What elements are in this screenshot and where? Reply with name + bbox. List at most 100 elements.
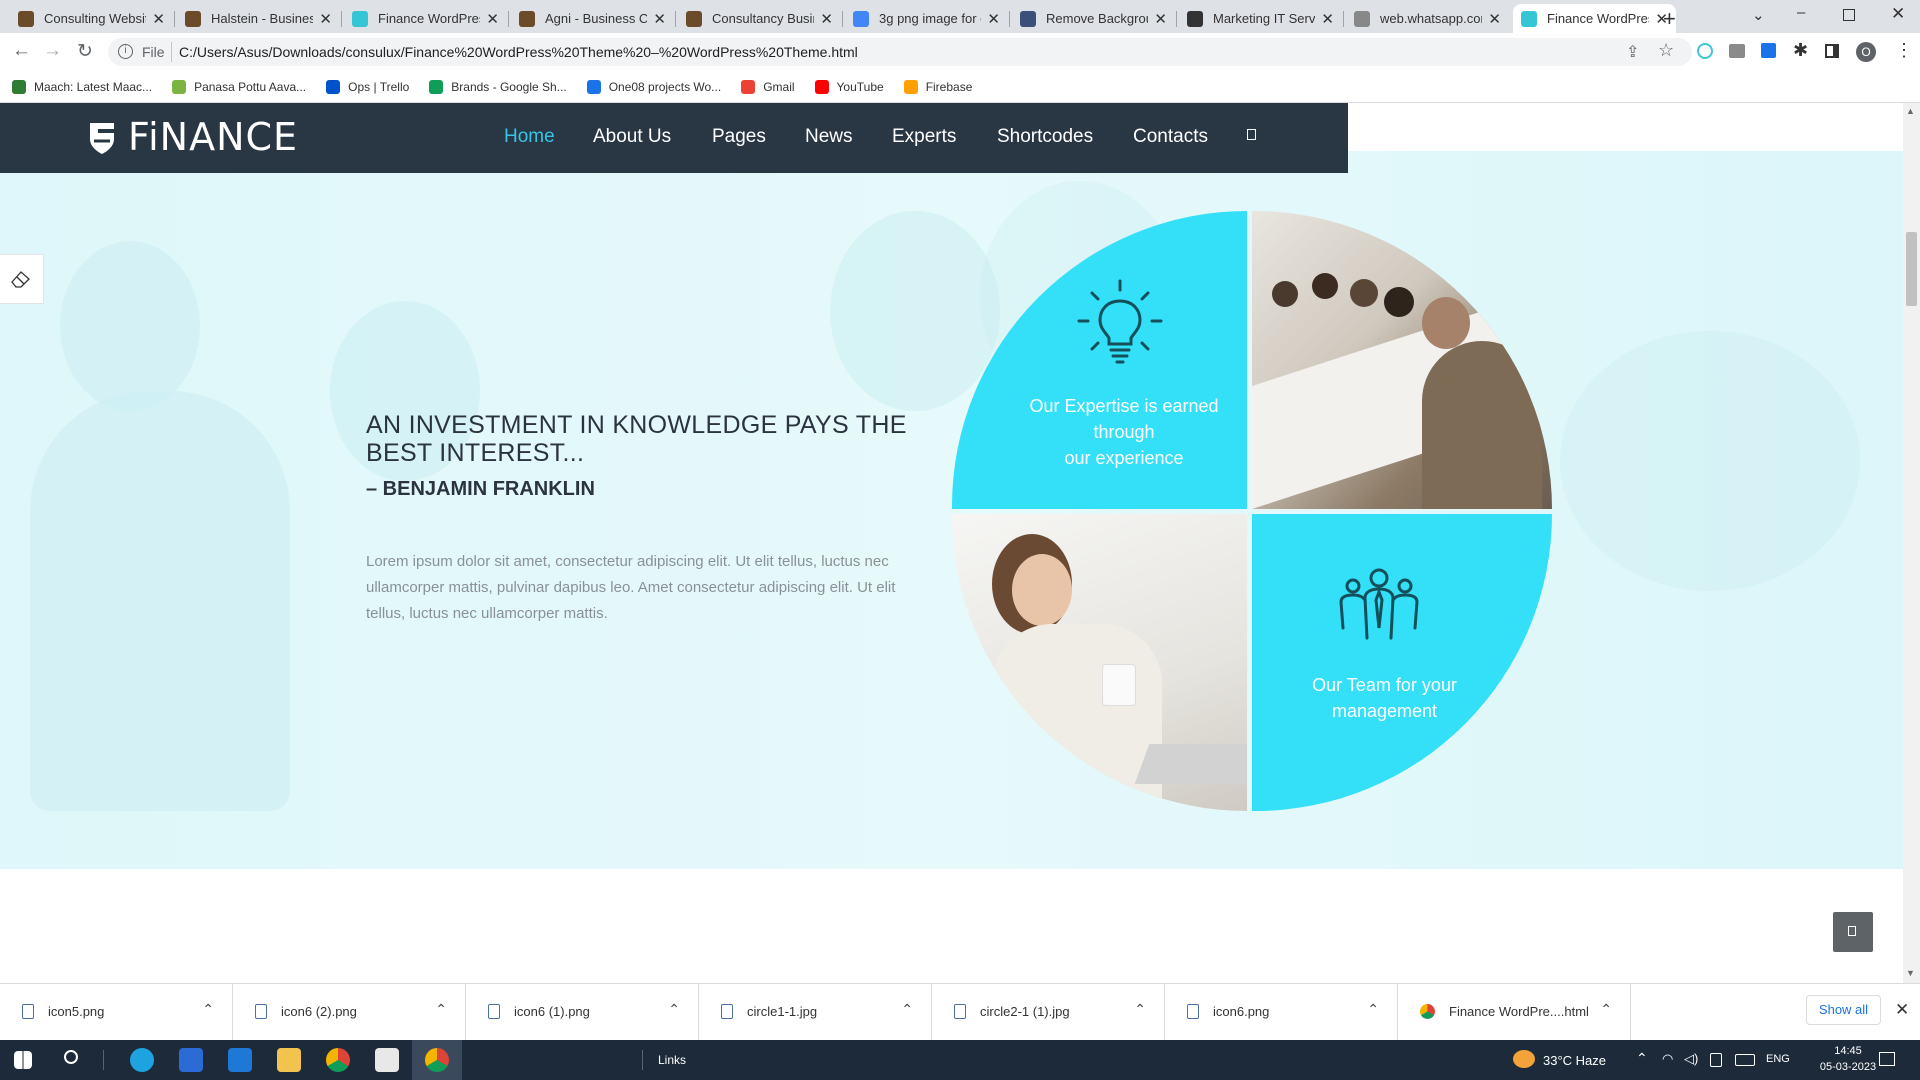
- download-item[interactable]: Finance WordPre....html ⌃: [1398, 983, 1631, 1040]
- nav-link-shortcodes[interactable]: Shortcodes: [997, 126, 1093, 148]
- show-all-downloads-button[interactable]: Show all: [1806, 995, 1881, 1025]
- browser-tab[interactable]: 3g png image for c ✕: [845, 4, 1008, 33]
- bookmark-item[interactable]: Brands - Google Sh...: [429, 79, 567, 94]
- extension-download-icon[interactable]: [1761, 43, 1776, 58]
- download-options-chevron-icon[interactable]: ⌃: [1134, 1001, 1146, 1018]
- tab-close-icon[interactable]: ✕: [319, 10, 332, 28]
- extension-react-icon[interactable]: [1697, 43, 1713, 59]
- bookmark-star-icon[interactable]: ☆: [1658, 40, 1674, 61]
- browser-tab[interactable]: Consulting Website ✕: [10, 4, 173, 33]
- bookmark-item[interactable]: Ops | Trello: [326, 79, 409, 94]
- chrome-menu-icon[interactable]: ⋮: [1895, 40, 1913, 61]
- search-icon[interactable]: [1247, 129, 1256, 140]
- browser-tab[interactable]: Remove Backgroun ✕: [1012, 4, 1175, 33]
- address-url[interactable]: C:/Users/Asus/Downloads/consulux/Finance…: [179, 44, 858, 60]
- file-explorer-icon[interactable]: [277, 1048, 301, 1072]
- tab-close-icon[interactable]: ✕: [152, 10, 165, 28]
- minimize-button[interactable]: –: [1797, 4, 1805, 21]
- keyboard-icon[interactable]: [1735, 1054, 1755, 1066]
- bookmark-item[interactable]: Maach: Latest Maac...: [12, 79, 152, 94]
- nav-link-experts[interactable]: Experts: [892, 126, 956, 148]
- clock-date[interactable]: 05-03-2023: [1818, 1061, 1878, 1073]
- browser-tab[interactable]: web.whatsapp.com ✕: [1346, 4, 1509, 33]
- nav-link-about-us[interactable]: About Us: [593, 126, 671, 148]
- download-options-chevron-icon[interactable]: ⌃: [1600, 1001, 1612, 1018]
- browser-tab[interactable]: Halstein - Business ✕: [177, 4, 340, 33]
- share-icon[interactable]: ⇪: [1626, 42, 1639, 62]
- links-toolbar[interactable]: Links: [658, 1053, 686, 1067]
- side-panel-icon[interactable]: [1825, 44, 1839, 58]
- clock-time[interactable]: 14:45: [1818, 1045, 1878, 1057]
- edge-icon[interactable]: [130, 1048, 154, 1072]
- browser-tab[interactable]: Finance WordPress✕: [344, 4, 507, 33]
- download-options-chevron-icon[interactable]: ⌃: [1367, 1001, 1379, 1018]
- maximize-button[interactable]: [1843, 9, 1855, 21]
- search-icon[interactable]: [64, 1050, 78, 1064]
- download-item[interactable]: icon5.png ⌃: [0, 983, 233, 1040]
- bookmark-item[interactable]: YouTube: [814, 79, 884, 94]
- weather-text[interactable]: 33°C Haze: [1543, 1053, 1606, 1068]
- download-item[interactable]: circle2-1 (1).jpg ⌃: [932, 983, 1165, 1040]
- extension-csv-icon[interactable]: [1729, 44, 1745, 58]
- browser-tab[interactable]: Consultancy Busin ✕: [678, 4, 841, 33]
- scroll-up-arrow[interactable]: ▲: [1906, 106, 1915, 116]
- nav-link-contacts[interactable]: Contacts: [1133, 126, 1208, 148]
- mail-icon[interactable]: [228, 1048, 252, 1072]
- download-item[interactable]: icon6.png ⌃: [1165, 983, 1398, 1040]
- side-tool-button[interactable]: [0, 254, 44, 304]
- bookmark-item[interactable]: One08 projects Wo...: [586, 79, 721, 94]
- new-tab-button[interactable]: +: [1663, 6, 1676, 32]
- notepad-icon[interactable]: [375, 1048, 399, 1072]
- tab-close-icon[interactable]: ✕: [653, 10, 666, 28]
- back-button[interactable]: ←: [12, 40, 31, 62]
- tab-close-icon[interactable]: ✕: [820, 10, 833, 28]
- battery-icon[interactable]: [1710, 1053, 1722, 1067]
- reload-button[interactable]: ↻: [77, 40, 93, 63]
- download-options-chevron-icon[interactable]: ⌃: [202, 1001, 214, 1018]
- taskbar-divider: [103, 1050, 104, 1070]
- browser-tab[interactable]: Agni - Business Co ✕: [511, 4, 674, 33]
- browser-tab[interactable]: Marketing IT Servic ✕: [1179, 4, 1342, 33]
- scroll-top-button[interactable]: [1833, 912, 1873, 952]
- nav-link-home[interactable]: Home: [504, 126, 555, 148]
- chrome-active-icon[interactable]: [425, 1048, 449, 1072]
- extensions-puzzle-icon[interactable]: ✱: [1793, 40, 1808, 61]
- nav-link-pages[interactable]: Pages: [712, 126, 766, 148]
- download-options-chevron-icon[interactable]: ⌃: [668, 1001, 680, 1018]
- tab-close-icon[interactable]: ✕: [1488, 10, 1501, 28]
- notifications-icon[interactable]: [1879, 1052, 1895, 1066]
- download-item[interactable]: circle1-1.jpg ⌃: [699, 983, 932, 1040]
- store-icon[interactable]: [179, 1048, 203, 1072]
- download-options-chevron-icon[interactable]: ⌃: [435, 1001, 447, 1018]
- bookmark-item[interactable]: Firebase: [903, 79, 972, 94]
- info-icon[interactable]: i: [118, 44, 133, 59]
- tab-separator: [1176, 11, 1177, 27]
- tab-close-icon[interactable]: ✕: [987, 10, 1000, 28]
- close-downloads-icon[interactable]: ✕: [1895, 1000, 1909, 1020]
- tab-favicon-icon: [1187, 10, 1203, 27]
- site-logo[interactable]: FiNANCE: [128, 115, 298, 159]
- bookmark-item[interactable]: Panasa Pottu Aava...: [172, 79, 306, 94]
- scrollbar-thumb[interactable]: [1906, 232, 1917, 306]
- tray-chevron-icon[interactable]: ⌃: [1636, 1050, 1648, 1067]
- forward-button[interactable]: →: [43, 40, 62, 62]
- windows-start-icon[interactable]: [14, 1051, 32, 1069]
- download-item[interactable]: icon6 (1).png ⌃: [466, 983, 699, 1040]
- language-indicator[interactable]: ENG: [1766, 1053, 1790, 1065]
- wifi-icon[interactable]: ◠: [1662, 1051, 1673, 1067]
- chrome-icon[interactable]: [326, 1048, 350, 1072]
- bookmark-item[interactable]: Gmail: [741, 79, 795, 94]
- profile-avatar[interactable]: O: [1856, 42, 1876, 62]
- scroll-down-arrow[interactable]: ▼: [1906, 968, 1915, 978]
- close-window-button[interactable]: ✕: [1891, 4, 1905, 24]
- volume-icon[interactable]: ◁): [1684, 1051, 1698, 1067]
- bookmark-favicon-icon: [12, 79, 26, 94]
- tab-close-icon[interactable]: ✕: [1154, 10, 1167, 28]
- tab-close-icon[interactable]: ✕: [1321, 10, 1334, 28]
- tab-close-icon[interactable]: ✕: [486, 10, 499, 28]
- download-item[interactable]: icon6 (2).png ⌃: [233, 983, 466, 1040]
- nav-link-news[interactable]: News: [805, 126, 853, 148]
- tab-search-icon[interactable]: ⌄: [1752, 6, 1765, 24]
- download-options-chevron-icon[interactable]: ⌃: [901, 1001, 913, 1018]
- browser-tab[interactable]: Finance WordPress✕: [1513, 4, 1676, 33]
